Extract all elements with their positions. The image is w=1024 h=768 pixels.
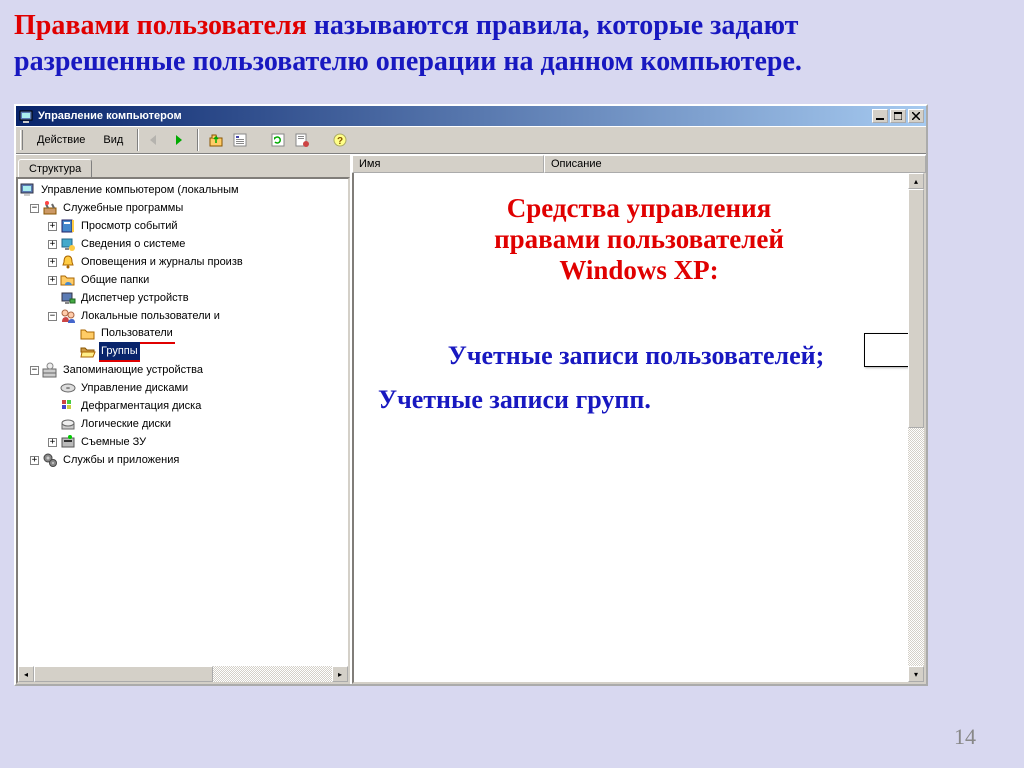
expander-plus-icon[interactable]: + (48, 258, 57, 267)
toolbar: Действие Вид ? (16, 126, 926, 154)
tree-shared-folders[interactable]: + Общие папки (20, 271, 346, 289)
main-window: Управление компьютером Действие Вид ? Ст… (14, 104, 928, 686)
tree-event-viewer[interactable]: + Просмотр событий (20, 217, 346, 235)
tree-storage[interactable]: − Запоминающие устройства (20, 361, 346, 379)
tree-groups[interactable]: Группы (20, 343, 346, 361)
tree-removable[interactable]: + Съемные ЗУ (20, 433, 346, 451)
tree-local-users[interactable]: − Локальные пользователи и (20, 307, 346, 325)
scroll-left-button[interactable]: ◂ (18, 666, 34, 682)
tree-container: Управление компьютером (локальным − Служ… (16, 177, 350, 684)
bell-icon (60, 254, 76, 270)
properties-button[interactable] (229, 129, 251, 151)
column-name[interactable]: Имя (352, 155, 544, 173)
shared-folder-icon (60, 272, 76, 288)
svg-text:?: ? (337, 136, 343, 147)
export-list-button[interactable] (291, 129, 313, 151)
expander-plus-icon[interactable]: + (48, 438, 57, 447)
overlay-item1: Учетные записи пользователей; (352, 341, 924, 371)
overlay-heading: Средства управления правами пользователе… (354, 193, 924, 286)
services-icon (42, 452, 58, 468)
tree-system-tools[interactable]: − Служебные программы (20, 199, 346, 217)
toolbar-grip (20, 130, 23, 150)
tree-disk-mgmt[interactable]: Управление дисками (20, 379, 346, 397)
menu-action[interactable]: Действие (29, 132, 93, 148)
tree-alerts[interactable]: + Оповещения и журналы произв (20, 253, 346, 271)
expander-minus-icon[interactable]: − (48, 312, 57, 321)
right-pane: Имя Описание Средства управления правами… (352, 155, 926, 684)
tree-root[interactable]: Управление компьютером (локальным (20, 181, 346, 199)
menu-view[interactable]: Вид (95, 132, 131, 148)
window-title: Управление компьютером (38, 110, 872, 122)
tree-system-info[interactable]: + Сведения о системе (20, 235, 346, 253)
defrag-icon (60, 398, 76, 414)
page-number: 14 (954, 724, 976, 750)
column-description[interactable]: Описание (544, 155, 926, 173)
minimize-button[interactable] (872, 109, 888, 123)
folder-icon (80, 326, 96, 342)
left-pane: Структура Управление компьютером (локаль… (16, 155, 352, 684)
header-rest1: называются правила, которые задают (307, 10, 799, 41)
maximize-button[interactable] (890, 109, 906, 123)
page-header: Правами пользователя называются правила,… (14, 8, 1010, 81)
forward-button[interactable] (169, 129, 191, 151)
expander-plus-icon[interactable]: + (48, 240, 57, 249)
tree-services[interactable]: + Службы и приложения (20, 451, 346, 469)
computer-icon (20, 182, 36, 198)
info-icon (60, 236, 76, 252)
users-icon (60, 308, 76, 324)
tools-icon (42, 200, 58, 216)
expander-plus-icon[interactable]: + (48, 222, 57, 231)
tree-logical-disks[interactable]: Логические диски (20, 415, 346, 433)
scroll-thumb[interactable] (908, 189, 924, 428)
refresh-button[interactable] (267, 129, 289, 151)
tree-defrag[interactable]: Дефрагментация диска (20, 397, 346, 415)
storage-icon (42, 362, 58, 378)
tab-structure[interactable]: Структура (18, 159, 92, 178)
tree-users[interactable]: Пользователи (20, 325, 346, 343)
expander-plus-icon[interactable]: + (30, 456, 39, 465)
up-folder-button[interactable] (205, 129, 227, 151)
header-highlight: Правами пользователя (14, 10, 307, 41)
scroll-up-button[interactable]: ▴ (908, 173, 924, 189)
expander-plus-icon[interactable]: + (48, 276, 57, 285)
folder-open-icon (80, 344, 96, 360)
device-icon (60, 290, 76, 306)
list-content: Средства управления правами пользователе… (352, 173, 926, 684)
scroll-thumb[interactable] (34, 666, 213, 682)
tree[interactable]: Управление компьютером (локальным − Служ… (18, 179, 348, 471)
expander-minus-icon[interactable]: − (30, 366, 39, 375)
system-icon (18, 108, 34, 124)
overlay-item2: Учетные записи групп. (378, 385, 924, 415)
vertical-scrollbar[interactable]: ▴ ▾ (908, 173, 924, 682)
back-button[interactable] (145, 129, 167, 151)
titlebar[interactable]: Управление компьютером (16, 106, 926, 126)
book-icon (60, 218, 76, 234)
tree-device-manager[interactable]: Диспетчер устройств (20, 289, 346, 307)
help-button[interactable]: ? (329, 129, 351, 151)
scroll-down-button[interactable]: ▾ (908, 666, 924, 682)
logical-disk-icon (60, 416, 76, 432)
header-line2: разрешенные пользователю операции на дан… (14, 46, 802, 77)
scroll-right-button[interactable]: ▸ (332, 666, 348, 682)
removable-icon (60, 434, 76, 450)
disk-icon (60, 380, 76, 396)
close-button[interactable] (908, 109, 924, 123)
expander-minus-icon[interactable]: − (30, 204, 39, 213)
horizontal-scrollbar[interactable]: ◂ ▸ (18, 666, 348, 682)
